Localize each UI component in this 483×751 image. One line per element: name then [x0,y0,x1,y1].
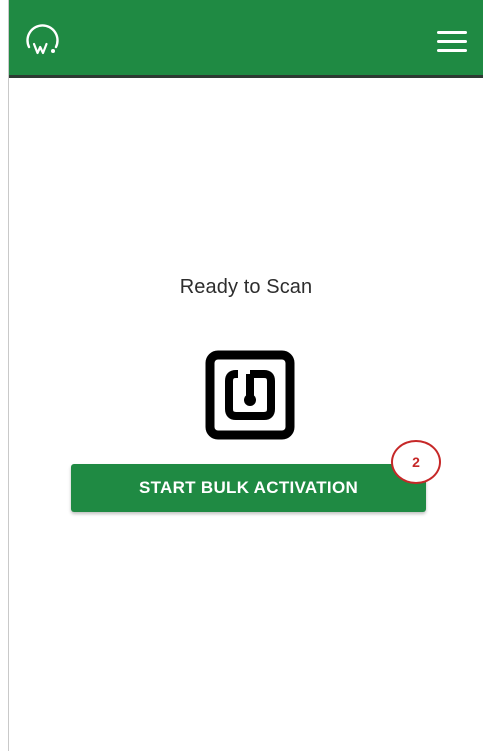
start-bulk-activation-button[interactable]: START BULK ACTIVATION [71,464,426,512]
step-number-marker: 2 [391,440,441,484]
app-screen: Ready to Scan START BULK ACTIVATION 2 [8,0,483,751]
top-app-bar [9,0,483,78]
nfc-tag-icon [205,350,295,440]
hamburger-menu-icon [437,31,467,34]
scan-status-text: Ready to Scan [179,276,313,298]
menu-button[interactable] [437,31,467,53]
w-arc-logo-icon [26,24,59,55]
hamburger-menu-icon-line [437,40,467,43]
hamburger-menu-icon-line [437,49,467,52]
